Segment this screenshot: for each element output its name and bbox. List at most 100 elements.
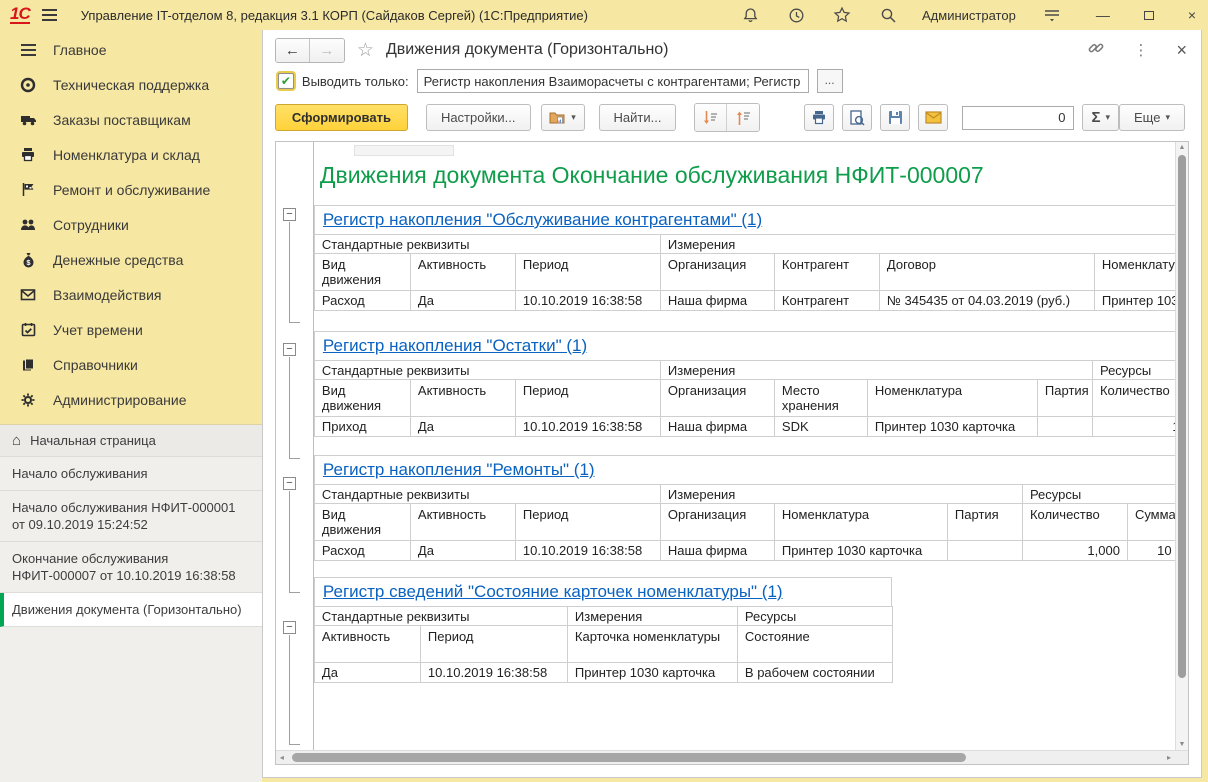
star-icon[interactable] <box>832 5 852 25</box>
nav-item-service-start[interactable]: Начало обслуживания <box>0 457 262 491</box>
sidebar-item-tech-support[interactable]: Техническая поддержка <box>0 67 262 102</box>
register-link[interactable]: Регистр накопления "Ремонты" (1) <box>323 460 595 479</box>
more-menu-icon[interactable]: ⋮ <box>1133 41 1148 59</box>
output-only-checkbox[interactable]: ✔ <box>278 73 294 89</box>
column-header: Номенклатура <box>1094 254 1175 291</box>
sidebar-item-time-tracking[interactable]: Учет времени <box>0 312 262 347</box>
cell: Принтер 1030 карточка <box>774 541 947 561</box>
get-link-icon[interactable] <box>1087 39 1105 62</box>
group-header-row: Стандартные реквизиты Измерения Ресурсы <box>314 361 1175 380</box>
register-link[interactable]: Регистр накопления "Обслуживание контраг… <box>323 210 762 229</box>
horizontal-scroll-thumb[interactable] <box>292 753 966 762</box>
nav-item-service-end-doc[interactable]: Окончание обслуживания НФИТ-000007 от 10… <box>0 542 262 593</box>
collapse-toggle[interactable]: − <box>283 477 296 490</box>
column-header: Активность <box>410 254 515 291</box>
column-header: Вид движения <box>314 254 410 291</box>
group-header-cell: Стандартные реквизиты <box>314 485 660 504</box>
close-window-button[interactable]: × <box>1188 8 1196 22</box>
people-icon <box>18 218 38 232</box>
report-variants-button[interactable]: ▾ <box>541 104 585 131</box>
favorite-star-icon[interactable]: ☆ <box>357 39 374 62</box>
register-heading: Регистр накопления "Ремонты" (1) <box>314 455 1175 484</box>
cell: Да <box>410 417 515 437</box>
generate-button[interactable]: Сформировать <box>275 104 408 131</box>
nav-item-label: Начальная страница <box>30 432 156 449</box>
sidebar-item-label: Номенклатура и склад <box>53 147 200 163</box>
save-button[interactable] <box>880 104 910 131</box>
scroll-up-icon[interactable]: ▲ <box>1176 144 1188 151</box>
table-row[interactable]: Расход Да 10.10.2019 16:38:58 Наша фирма… <box>314 541 1175 561</box>
truck-icon <box>18 113 38 127</box>
sidebar-item-employees[interactable]: Сотрудники <box>0 207 262 242</box>
more-button[interactable]: Еще ▾ <box>1119 104 1185 131</box>
group-header-cell: Измерения <box>660 235 1175 254</box>
collapse-toggle[interactable]: − <box>283 621 296 634</box>
sidebar-item-directories[interactable]: Справочники <box>0 347 262 382</box>
collapse-toggle[interactable]: − <box>283 343 296 356</box>
sort-ascending-button[interactable] <box>727 104 759 131</box>
sidebar-item-cash[interactable]: $ Денежные средства <box>0 242 262 277</box>
column-header-row: Вид движения Активность Период Организац… <box>314 504 1175 541</box>
settings-button[interactable]: Настройки... <box>426 104 531 131</box>
hamburger-menu-icon[interactable] <box>42 6 57 24</box>
sum-field[interactable] <box>962 106 1074 130</box>
scroll-down-icon[interactable]: ▼ <box>1176 741 1188 748</box>
sidebar-item-administration[interactable]: Администрирование <box>0 382 262 417</box>
autosum-button[interactable]: Σ ▾ <box>1082 104 1119 131</box>
scroll-right-icon[interactable]: ▸ <box>1167 753 1171 762</box>
report-canvas: Движения документа Окончание обслуживани… <box>314 142 1175 750</box>
minimize-button[interactable]: — <box>1096 8 1110 22</box>
filter-ellipsis-button[interactable]: ... <box>817 69 843 93</box>
cell: Да <box>410 541 515 561</box>
books-icon <box>18 357 38 372</box>
group-header-cell: Ресурсы <box>737 607 892 626</box>
search-icon[interactable] <box>878 5 898 25</box>
back-button[interactable]: ← <box>276 39 310 62</box>
column-header: Вид движения <box>314 504 410 541</box>
close-tab-icon[interactable]: × <box>1176 40 1187 61</box>
group-header-cell: Ресурсы <box>1092 361 1175 380</box>
history-icon[interactable] <box>786 5 806 25</box>
cell: 10.10.2019 16:38:58 <box>515 541 660 561</box>
register-link[interactable]: Регистр накопления "Остатки" (1) <box>323 336 587 355</box>
forward-button[interactable]: → <box>310 39 344 62</box>
main-menu-icon[interactable] <box>1042 5 1062 25</box>
sidebar-item-interactions[interactable]: Взаимодействия <box>0 277 262 312</box>
table-row[interactable]: Да 10.10.2019 16:38:58 Принтер 1030 карт… <box>314 663 892 683</box>
dropdown-caret-icon: ▾ <box>1105 112 1110 123</box>
maximize-button[interactable] <box>1144 11 1154 20</box>
send-mail-button[interactable] <box>918 104 948 131</box>
register-section: Регистр сведений "Состояние карточек ном… <box>314 577 892 683</box>
vertical-scroll-thumb[interactable] <box>1178 155 1186 678</box>
bell-icon[interactable] <box>740 5 760 25</box>
sidebar: Главное Техническая поддержка Заказы пос… <box>0 30 262 782</box>
current-user[interactable]: Администратор <box>922 8 1016 23</box>
collapse-toggle[interactable]: − <box>283 208 296 221</box>
find-button[interactable]: Найти... <box>599 104 677 131</box>
cell: 10.10.2019 16:38:58 <box>515 417 660 437</box>
print-button[interactable] <box>804 104 834 131</box>
sidebar-item-repair-service[interactable]: Ремонт и обслуживание <box>0 172 262 207</box>
cell: Да <box>314 663 420 683</box>
group-header-row: Стандартные реквизиты Измерения Ресурсы <box>314 485 1175 504</box>
table-row[interactable]: Приход Да 10.10.2019 16:38:58 Наша фирма… <box>314 417 1175 437</box>
sort-descending-button[interactable] <box>695 104 727 131</box>
sidebar-item-main[interactable]: Главное <box>0 32 262 67</box>
nav-item-home[interactable]: ⌂ Начальная страница <box>0 425 262 457</box>
sidebar-item-supplier-orders[interactable]: Заказы поставщикам <box>0 102 262 137</box>
preview-button[interactable] <box>842 104 872 131</box>
vertical-scrollbar[interactable]: ▲ ▼ <box>1175 142 1188 750</box>
column-header: Номенклатура <box>774 504 947 541</box>
filter-value-field[interactable] <box>417 69 809 93</box>
nav-item-service-start-doc[interactable]: Начало обслуживания НФИТ-000001 от 09.10… <box>0 491 262 542</box>
group-header-row: Стандартные реквизиты Измерения <box>314 235 1175 254</box>
register-section: Регистр накопления "Ремонты" (1) Стандар… <box>314 455 1175 561</box>
group-header-row: Стандартные реквизиты Измерения Ресурсы <box>314 607 892 626</box>
scroll-left-icon[interactable]: ◂ <box>280 753 284 762</box>
table-row[interactable]: Расход Да 10.10.2019 16:38:58 Наша фирма… <box>314 291 1175 311</box>
nav-item-document-movements[interactable]: Движения документа (Горизонтально) <box>0 593 262 627</box>
horizontal-scrollbar[interactable]: ◂ ▸ <box>276 750 1175 764</box>
sidebar-item-nomenclature-warehouse[interactable]: Номенклатура и склад <box>0 137 262 172</box>
register-link[interactable]: Регистр сведений "Состояние карточек ном… <box>323 582 783 601</box>
window-header: ← → ☆ Движения документа (Горизонтально)… <box>263 30 1201 66</box>
